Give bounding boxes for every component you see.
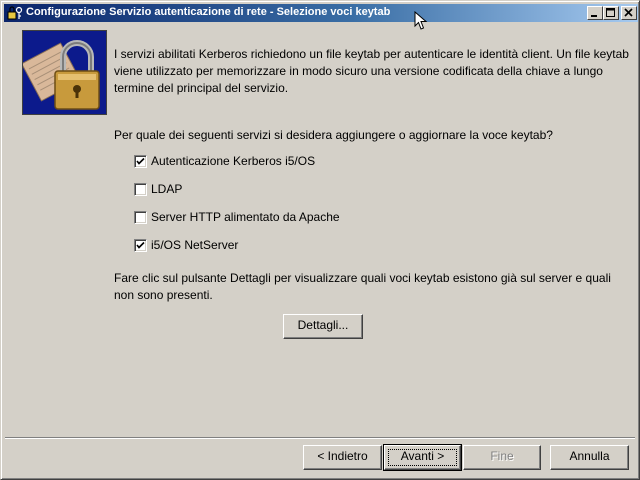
service-option-http-server[interactable]: Server HTTP alimentato da Apache — [134, 210, 434, 225]
cancel-button[interactable]: Annulla — [550, 445, 629, 470]
details-text: Fare clic sul pulsante Dettagli per visu… — [114, 271, 611, 302]
kerberos-checkbox[interactable] — [134, 155, 147, 168]
padlock-icon — [21, 40, 100, 110]
netserver-label: i5/OS NetServer — [151, 238, 239, 252]
focus-rectangle — [388, 449, 457, 466]
back-button[interactable]: < Indietro — [303, 445, 382, 470]
window-title: Configurazione Servizio autenticazione d… — [26, 6, 391, 18]
service-option-netserver[interactable]: i5/OS NetServer — [134, 238, 434, 253]
dialog-window: Configurazione Servizio autenticazione d… — [0, 0, 640, 480]
kerberos-label: Autenticazione Kerberos i5/OS — [151, 154, 316, 168]
service-question: Per quale dei seguenti servizi si deside… — [114, 128, 553, 142]
padlock-image — [21, 30, 107, 115]
mouse-pointer-icon — [414, 11, 428, 30]
http-server-checkbox[interactable] — [134, 211, 147, 224]
close-button[interactable] — [621, 6, 637, 20]
ldap-checkbox[interactable] — [134, 183, 147, 196]
checkmark-icon — [136, 157, 145, 165]
service-option-ldap[interactable]: LDAP — [134, 182, 434, 197]
next-button[interactable]: Avanti > — [383, 444, 462, 471]
minimize-icon — [591, 15, 597, 17]
keys-lock-icon — [7, 6, 23, 20]
title-bar[interactable]: Configurazione Servizio autenticazione d… — [4, 4, 638, 22]
footer-separator — [5, 437, 635, 439]
intro-text: I servizi abilitati Kerberos richiedono … — [114, 47, 629, 95]
maximize-icon — [606, 8, 615, 17]
ldap-label: LDAP — [151, 182, 183, 196]
maximize-button[interactable] — [603, 6, 619, 20]
checkmark-icon — [136, 241, 145, 249]
netserver-checkbox[interactable] — [134, 239, 147, 252]
finish-button[interactable]: Fine — [463, 445, 541, 470]
service-option-kerberos[interactable]: Autenticazione Kerberos i5/OS — [134, 154, 434, 169]
details-button[interactable]: Dettagli... — [283, 314, 363, 339]
minimize-button[interactable] — [587, 6, 603, 20]
http-server-label: Server HTTP alimentato da Apache — [151, 210, 340, 224]
close-icon — [624, 8, 633, 17]
